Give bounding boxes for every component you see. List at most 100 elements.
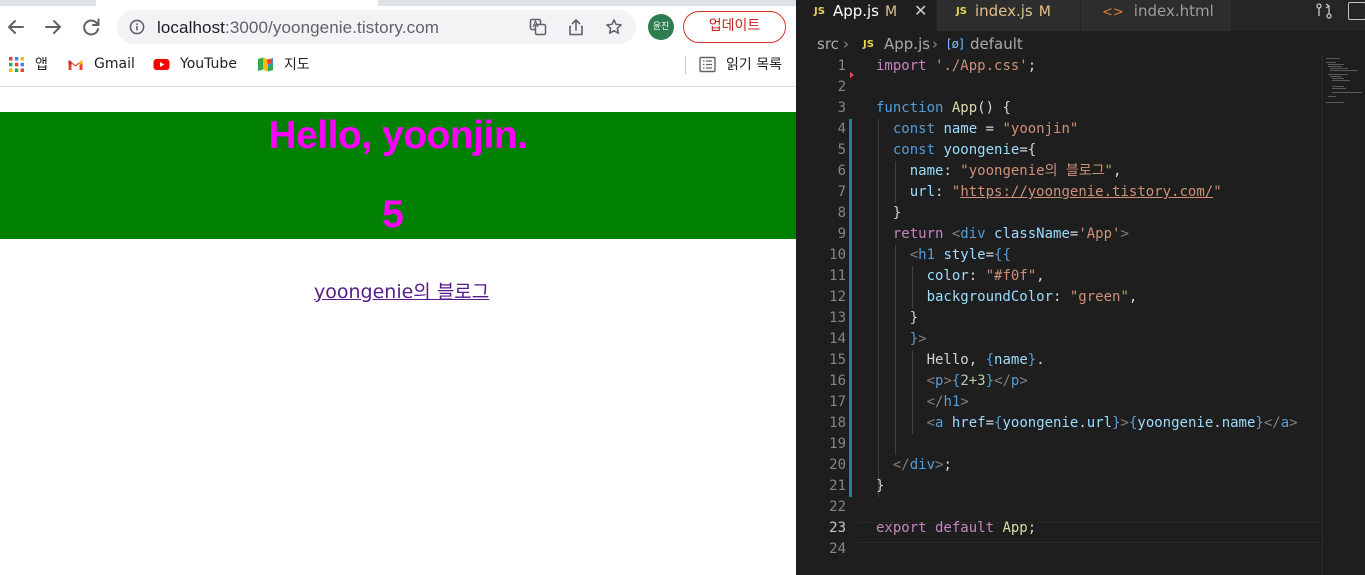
split-editor-icon[interactable] <box>1348 2 1365 20</box>
gmail-icon <box>67 56 84 73</box>
line-number: 4 <box>837 121 846 137</box>
minimap-line <box>1326 62 1336 63</box>
minimap-line <box>1330 76 1342 77</box>
chevron-right-icon: › <box>843 35 849 53</box>
forward-button[interactable] <box>41 15 65 39</box>
code-line-5: const yoongenie={ <box>876 140 1036 161</box>
code-token: ; <box>1027 520 1037 536</box>
bookmark-maps[interactable]: 지도 <box>257 55 310 73</box>
code-token: > <box>918 331 927 347</box>
code-token: > <box>1120 415 1129 431</box>
code-editor: JS App.js M ✕ JS index.js M <> index.html src… <box>796 0 1365 575</box>
profile-avatar[interactable]: 윤진 <box>648 14 674 40</box>
blog-link[interactable]: yoongenie의 블로그 <box>314 277 489 304</box>
share-button[interactable] <box>567 18 585 36</box>
source-control-compare-icon[interactable] <box>1315 2 1333 20</box>
tab-index-js[interactable]: JS index.js M <box>937 0 1080 31</box>
js-file-icon: JS <box>956 6 967 17</box>
code-token: default <box>926 520 995 536</box>
bookmark-gmail[interactable]: Gmail <box>67 55 135 73</box>
code-token: { <box>985 352 995 368</box>
line-number: 11 <box>829 268 846 284</box>
code-token: : <box>1053 289 1070 305</box>
breakpoint-marker <box>850 72 854 78</box>
code-token: App <box>994 520 1028 536</box>
code-token: App <box>951 100 978 116</box>
breadcrumb-file[interactable]: App.js <box>884 35 930 53</box>
js-file-icon: JS <box>814 6 825 17</box>
site-info-icon[interactable] <box>129 19 145 35</box>
close-icon[interactable]: ✕ <box>914 0 927 22</box>
star-icon <box>606 19 622 34</box>
code-area[interactable]: 1 2 3 4 5 6 7 8 9 10 11 12 13 14 15 16 1… <box>796 56 1365 575</box>
modified-badge: M <box>885 4 898 20</box>
minimap-line <box>1328 96 1336 97</box>
reading-list-button[interactable]: 읽기 목록 <box>699 55 782 73</box>
line-number: 5 <box>837 142 846 158</box>
code-token: name <box>1221 415 1256 431</box>
bookmark-label: 지도 <box>284 57 310 73</box>
code-token: > <box>943 373 952 389</box>
breadcrumb-src[interactable]: src <box>817 35 839 53</box>
code-token: 'App' <box>1078 226 1121 242</box>
code-token: 2+3 <box>960 373 986 389</box>
reading-list-icon <box>699 56 716 73</box>
code-token: > <box>1289 415 1298 431</box>
bookmark-star-button[interactable] <box>605 18 623 36</box>
bookmark-apps[interactable]: 앱 <box>8 55 48 73</box>
tab-index-html[interactable]: <> index.html <box>1081 0 1231 31</box>
code-token: : <box>935 184 952 200</box>
translate-icon <box>529 18 547 36</box>
youtube-icon <box>153 56 170 73</box>
code-token: > <box>1120 226 1129 242</box>
back-button[interactable] <box>4 15 28 39</box>
bookmark-youtube[interactable]: YouTube <box>153 55 237 73</box>
code-line-16: <p>{2+3}</p> <box>876 371 1028 392</box>
code-token: } <box>1027 352 1037 368</box>
chevron-right-icon: › <box>932 35 938 53</box>
code-token: > <box>960 394 969 410</box>
translate-button[interactable] <box>529 18 547 36</box>
minimap[interactable] <box>1324 56 1362 116</box>
code-line-17: </h1> <box>876 392 969 413</box>
code-token: href <box>943 415 986 431</box>
maps-icon <box>257 56 274 73</box>
breadcrumb-symbol[interactable]: default <box>970 35 1023 53</box>
line-number: 13 <box>829 310 846 326</box>
code-line-14: }> <box>876 329 927 350</box>
code-token: } <box>876 478 885 494</box>
minimap-line <box>1328 66 1342 67</box>
code-token: yoongenie <box>1137 415 1214 431</box>
code-token: style <box>935 247 986 263</box>
modified-badge: M <box>1038 4 1051 20</box>
minimap-line <box>1332 86 1344 87</box>
code-token: a <box>1280 415 1290 431</box>
bookmark-label: Gmail <box>94 56 135 72</box>
git-modified-bar <box>849 119 852 497</box>
reload-button[interactable] <box>79 15 103 39</box>
code-token: div <box>960 226 986 242</box>
line-number: 23 <box>829 520 846 536</box>
minimap-line <box>1332 80 1350 81</box>
code-line-9: return <div className='App'> <box>876 224 1129 245</box>
line-number: 19 <box>829 436 846 452</box>
editor-scrollbar[interactable] <box>1322 56 1323 575</box>
line-number: 2 <box>837 79 846 95</box>
arrow-left-icon <box>8 20 24 34</box>
code-line-8: } <box>876 203 901 224</box>
code-token: './App.css' <box>935 58 1028 74</box>
code-token: const <box>892 142 936 158</box>
address-bar[interactable]: localhost:3000/yoongenie.tistory.com <box>117 10 636 44</box>
share-icon <box>569 19 583 36</box>
code-token: "yoongenie의 블로그" <box>960 163 1113 179</box>
code-token: } <box>985 373 995 389</box>
code-token: const <box>892 121 936 137</box>
minimap-line <box>1326 58 1340 59</box>
minimap-line <box>1330 70 1358 71</box>
code-token: : <box>943 163 961 179</box>
url-text[interactable]: localhost:3000/yoongenie.tistory.com <box>157 18 439 38</box>
code-line-18: <a href={yoongenie.url}>{yoongenie.name}… <box>876 413 1298 434</box>
update-button[interactable]: 업데이트 <box>683 11 786 43</box>
tab-app-js[interactable]: JS App.js M ✕ <box>796 0 936 31</box>
code-token: } <box>892 205 902 221</box>
